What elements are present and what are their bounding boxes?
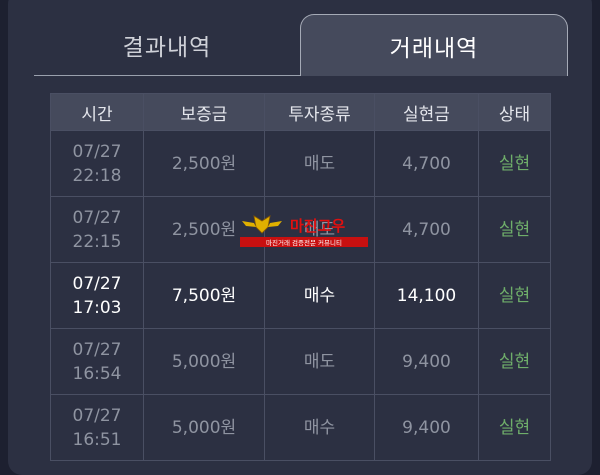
time-cell: 07/27 22:18: [50, 130, 144, 197]
deposit-cell: 5,000원: [143, 394, 265, 461]
realized-cell: 4,700: [374, 196, 479, 263]
header-deposit: 보증금: [143, 93, 265, 131]
time-cell: 07/27 17:03: [50, 262, 144, 329]
type-cell: 매도: [264, 196, 375, 263]
type-cell: 매도: [264, 328, 375, 395]
table-row: 07/27 17:03 7,500원 매수 14,100 실현: [50, 262, 551, 329]
time-cell: 07/27 22:15: [50, 196, 144, 263]
time-text: 16:51: [72, 429, 122, 450]
deposit-cell: 7,500원: [143, 262, 265, 329]
date-text: 07/27: [72, 339, 122, 360]
time-text: 17:03: [72, 297, 122, 318]
header-time: 시간: [50, 93, 144, 131]
time-text: 22:18: [72, 165, 122, 186]
header-type: 투자종류: [264, 93, 375, 131]
date-text: 07/27: [72, 405, 122, 426]
date-text: 07/27: [72, 273, 122, 294]
table-row: 07/27 16:54 5,000원 매도 9,400 실현: [50, 328, 551, 395]
deposit-cell: 5,000원: [143, 328, 265, 395]
table-header-row: 시간 보증금 투자종류 실현금 상태: [50, 93, 551, 131]
time-text: 16:54: [72, 363, 122, 384]
deposit-cell: 2,500원: [143, 130, 265, 197]
type-cell: 매수: [264, 262, 375, 329]
date-text: 07/27: [72, 141, 122, 162]
status-cell: 실현: [478, 196, 551, 263]
tab-results[interactable]: 결과내역: [34, 14, 300, 76]
time-cell: 07/27 16:51: [50, 394, 144, 461]
type-cell: 매도: [264, 130, 375, 197]
realized-cell: 9,400: [374, 328, 479, 395]
header-status: 상태: [478, 93, 551, 131]
realized-cell: 4,700: [374, 130, 479, 197]
realized-cell: 9,400: [374, 394, 479, 461]
status-cell: 실현: [478, 130, 551, 197]
status-cell: 실현: [478, 394, 551, 461]
realized-cell: 14,100: [374, 262, 479, 329]
status-cell: 실현: [478, 328, 551, 395]
status-cell: 실현: [478, 262, 551, 329]
date-text: 07/27: [72, 207, 122, 228]
table-row: 07/27 22:18 2,500원 매도 4,700 실현: [50, 130, 551, 197]
table-row: 07/27 22:15 2,500원 매도 4,700 실현: [50, 196, 551, 263]
tab-trades[interactable]: 거래내역: [300, 14, 568, 76]
time-text: 22:15: [72, 231, 122, 252]
header-realized: 실현금: [374, 93, 479, 131]
type-cell: 매수: [264, 394, 375, 461]
time-cell: 07/27 16:54: [50, 328, 144, 395]
trade-history-table: 시간 보증금 투자종류 실현금 상태 07/27 22:18 2,500원 매도 …: [50, 93, 551, 461]
deposit-cell: 2,500원: [143, 196, 265, 263]
table-row: 07/27 16:51 5,000원 매수 9,400 실현: [50, 394, 551, 461]
